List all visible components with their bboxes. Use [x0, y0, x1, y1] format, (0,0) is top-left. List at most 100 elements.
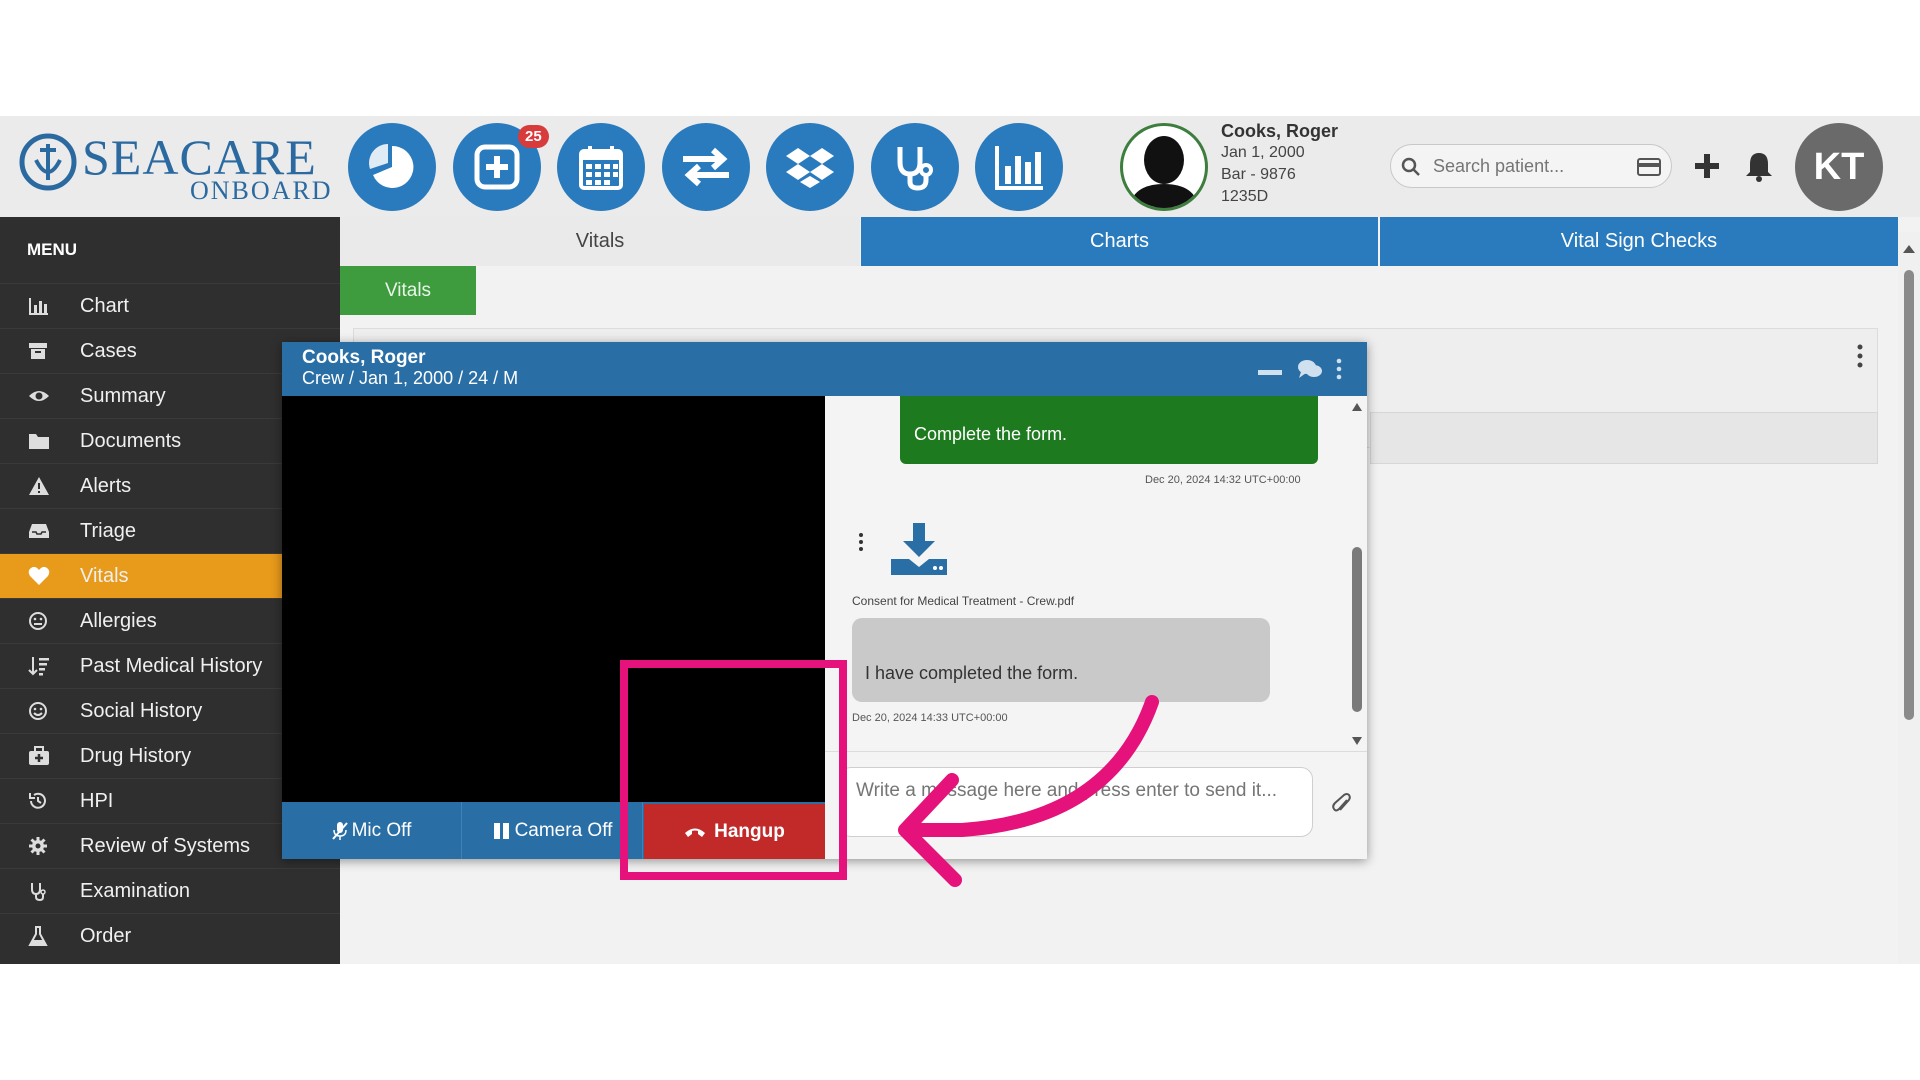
sidebar-item-label: HPI — [80, 789, 114, 812]
chat-messages: Complete the form. Dec 20, 2024 14:32 UT… — [825, 396, 1367, 751]
dashboard-nav-button[interactable] — [348, 123, 436, 211]
chat-patient-name: Cooks, Roger — [302, 347, 426, 368]
incoming-message: I have completed the form. — [852, 618, 1270, 702]
message-input[interactable] — [839, 767, 1313, 837]
patient-photo[interactable] — [1120, 123, 1208, 211]
logo-subtitle: ONBOARD — [190, 176, 333, 205]
scroll-up-icon[interactable] — [1351, 402, 1363, 412]
medical-plus-icon — [474, 144, 520, 190]
archive-icon — [0, 341, 80, 361]
chat-header[interactable]: Cooks, Roger Crew / Jan 1, 2000 / 24 / M — [282, 342, 1367, 396]
page-scroll-thumb[interactable] — [1904, 270, 1914, 720]
transfer-arrows-icon — [683, 147, 729, 187]
patient-id: 1235D — [1221, 188, 1269, 205]
seacare-logo[interactable]: SEACARE ONBOARD — [18, 126, 331, 206]
camera-off-button[interactable]: Camera Off — [463, 802, 643, 859]
page-scrollbar[interactable] — [1898, 232, 1920, 964]
camera-off-label: Camera Off — [514, 819, 613, 841]
bar-chart-icon — [0, 296, 80, 316]
mic-off-button[interactable]: Mic Off — [282, 802, 462, 859]
chat-scrollbar[interactable] — [1351, 402, 1363, 747]
card-icon[interactable] — [1637, 158, 1661, 176]
sidebar-item-label: Documents — [80, 429, 182, 452]
sidebar-item-examination[interactable]: Examination — [0, 868, 340, 913]
menu-title: MENU — [27, 240, 78, 259]
message-compose — [825, 751, 1367, 859]
face-icon — [0, 611, 80, 631]
stethoscope-icon — [0, 881, 80, 901]
download-file-icon[interactable] — [889, 521, 949, 577]
patient-search[interactable] — [1390, 144, 1672, 188]
flask-icon — [0, 926, 80, 946]
medkit-icon — [0, 746, 80, 766]
mic-off-label: Mic Off — [351, 819, 412, 841]
sidebar-item-chart[interactable]: Chart — [0, 283, 340, 328]
patient-avatar-icon — [1129, 136, 1199, 208]
comments-icon[interactable] — [1297, 358, 1323, 380]
sidebar-item-label: Order — [80, 924, 132, 947]
history-icon — [0, 791, 80, 811]
calendar-nav-button[interactable] — [557, 123, 645, 211]
minimize-icon[interactable] — [1258, 368, 1282, 376]
scroll-down-icon[interactable] — [1351, 736, 1363, 746]
file-menu-icon[interactable] — [857, 532, 865, 552]
charts-nav-button[interactable] — [975, 123, 1063, 211]
stethoscope-icon — [897, 147, 933, 191]
page-scroll-up-icon[interactable] — [1902, 244, 1916, 254]
sidebar-item-label: Past Medical History — [80, 654, 263, 677]
sidebar-item-label: Summary — [80, 384, 166, 407]
app-window: SEACARE ONBOARD 25 Cooks, Roger Jan 1, 2… — [0, 116, 1920, 964]
transfer-nav-button[interactable] — [662, 123, 750, 211]
mic-off-icon — [331, 821, 348, 840]
eye-icon — [0, 388, 80, 404]
more-options-icon[interactable] — [1856, 344, 1864, 368]
dropbox-nav-button[interactable] — [766, 123, 854, 211]
examination-nav-button[interactable] — [871, 123, 959, 211]
sidebar-item-label: Allergies — [80, 609, 157, 632]
sidebar-item-label: Alerts — [80, 474, 132, 497]
chat-scroll-thumb[interactable] — [1352, 547, 1362, 712]
incoming-timestamp: Dec 20, 2024 14:33 UTC+00:00 — [852, 712, 1008, 724]
outgoing-timestamp: Dec 20, 2024 14:32 UTC+00:00 — [1145, 474, 1301, 486]
smile-icon — [0, 701, 80, 721]
patient-vessel: Bar - 9876 — [1221, 166, 1296, 183]
attached-file-name[interactable]: Consent for Medical Treatment - Crew.pdf — [852, 594, 1074, 608]
bell-icon[interactable] — [1744, 150, 1774, 182]
sidebar-item-label: Chart — [80, 294, 129, 317]
tab-vitals[interactable]: Vitals — [340, 217, 860, 266]
calendar-icon — [579, 146, 623, 190]
sidebar-item-label: Cases — [80, 339, 137, 362]
inbox-icon — [0, 522, 80, 540]
pause-camera-icon — [493, 822, 509, 839]
sidebar-item-label: Drug History — [80, 744, 192, 767]
bar-chart-icon — [995, 146, 1043, 190]
sidebar-item-label: Triage — [80, 519, 136, 542]
incoming-message-text: I have completed the form. — [865, 663, 1079, 683]
folder-icon — [0, 432, 80, 450]
top-header: SEACARE ONBOARD 25 Cooks, Roger Jan 1, 2… — [0, 116, 1920, 217]
chat-menu-icon[interactable] — [1335, 358, 1343, 380]
search-input[interactable] — [1431, 155, 1631, 178]
tab-charts[interactable]: Charts — [861, 217, 1378, 266]
sidebar-item-order[interactable]: Order — [0, 913, 340, 958]
hangup-highlight-box — [620, 660, 847, 880]
dropbox-icon — [786, 148, 834, 188]
patient-info: Cooks, Roger Jan 1, 2000 Bar - 9876 1235… — [1221, 120, 1338, 208]
pie-chart-icon — [369, 144, 414, 188]
user-avatar[interactable]: KT — [1795, 123, 1883, 211]
subtab-vitals[interactable]: Vitals — [340, 266, 476, 315]
notification-count-badge: 25 — [518, 125, 549, 148]
tab-vital-sign-checks[interactable]: Vital Sign Checks — [1380, 217, 1898, 266]
outgoing-message: Complete the form. — [900, 396, 1318, 464]
warning-icon — [0, 476, 80, 496]
add-icon[interactable] — [1692, 151, 1722, 181]
sidebar-item-label: Vitals — [80, 564, 129, 587]
heart-icon — [0, 566, 80, 586]
chat-patient-meta: Crew / Jan 1, 2000 / 24 / M — [302, 368, 519, 388]
sort-icon — [0, 656, 80, 676]
patient-name: Cooks, Roger — [1221, 121, 1339, 141]
gear-icon — [0, 836, 80, 856]
sidebar-item-label: Social History — [80, 699, 203, 722]
paperclip-icon[interactable] — [1331, 792, 1353, 816]
outgoing-message-text: Complete the form. — [914, 424, 1068, 444]
